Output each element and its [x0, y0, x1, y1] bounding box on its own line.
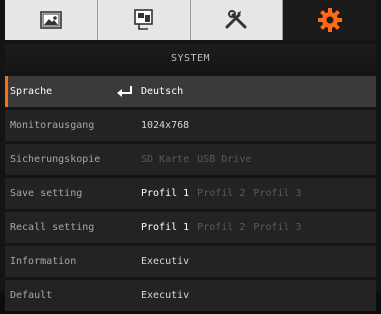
tools-icon [224, 10, 248, 30]
display-icon [133, 9, 155, 31]
option-value[interactable]: 1024x768 [141, 120, 189, 131]
menu-label: Monitorausgang [10, 120, 95, 131]
menu-row-information[interactable]: Information Executiv [5, 246, 376, 277]
option-value[interactable]: Profil 1 [141, 188, 189, 199]
gear-icon [317, 7, 343, 33]
menu-row-recall-setting[interactable]: Recall setting Profil 1 Profil 2 Profil … [5, 212, 376, 243]
osd-menu: SYSTEM Sprache Deutsch Monitorausgang 10… [0, 0, 381, 311]
page-title: SYSTEM [5, 44, 376, 72]
menu-label: Sprache [10, 86, 53, 97]
option-value[interactable]: Profil 3 [253, 188, 301, 199]
option-value[interactable]: Profil 1 [141, 222, 189, 233]
option-value[interactable]: Profil 2 [197, 222, 245, 233]
option-value[interactable]: SD Karte [141, 154, 189, 165]
option-value[interactable]: Profil 2 [197, 188, 245, 199]
settings-menu: Sprache Deutsch Monitorausgang 1024x768 … [5, 76, 376, 314]
tab-picture[interactable] [5, 0, 98, 40]
menu-row-default[interactable]: Default Executiv [5, 280, 376, 311]
tab-bar [5, 0, 376, 40]
menu-label: Sicherungskopie [10, 154, 101, 165]
picture-icon [40, 11, 62, 29]
menu-row-monitor-output[interactable]: Monitorausgang 1024x768 [5, 110, 376, 141]
menu-label: Save setting [10, 188, 83, 199]
option-value[interactable]: Executiv [141, 256, 189, 267]
tab-display[interactable] [97, 0, 191, 40]
enter-icon [116, 86, 133, 100]
menu-label: Information [10, 256, 77, 267]
menu-row-language[interactable]: Sprache Deutsch [5, 76, 376, 107]
menu-row-backup[interactable]: Sicherungskopie SD Karte USB Drive [5, 144, 376, 175]
option-value[interactable]: Deutsch [141, 86, 183, 97]
option-value[interactable]: Profil 3 [253, 222, 301, 233]
menu-row-save-setting[interactable]: Save setting Profil 1 Profil 2 Profil 3 [5, 178, 376, 209]
option-value[interactable]: USB Drive [197, 154, 251, 165]
menu-label: Recall setting [10, 222, 95, 233]
tab-system[interactable] [283, 0, 376, 40]
tab-tools[interactable] [190, 0, 284, 40]
